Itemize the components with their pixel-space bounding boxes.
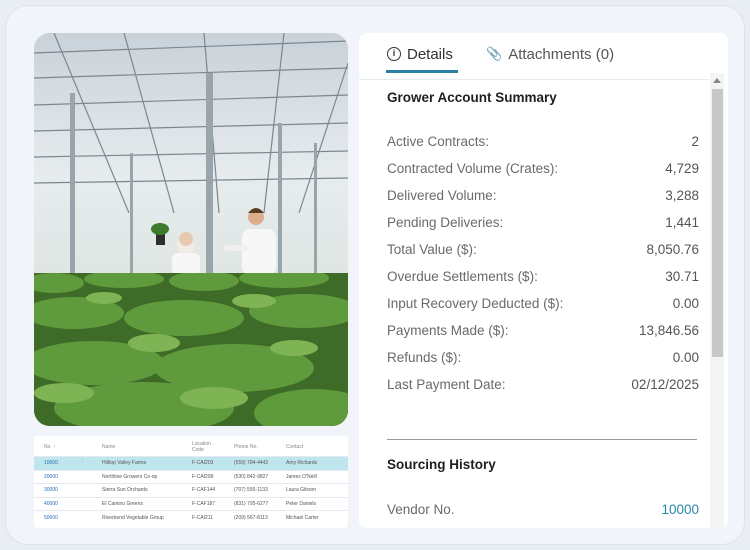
summary-row: Delivered Volume: 3,288 (387, 185, 699, 205)
location-code: F-CAI211 (182, 510, 224, 524)
col-header-location[interactable]: Location Code (182, 436, 224, 457)
col-header-name[interactable]: Name (92, 436, 182, 457)
row-menu-icon[interactable] (78, 496, 92, 511)
table-row[interactable]: 20000 Northline Growers Co-op F-CAI299 (… (34, 469, 348, 484)
vendor-row: Vendor No. 10000 (387, 499, 699, 519)
location-code: F-CAF144 (182, 483, 224, 497)
summary-label: Payments Made ($): (387, 322, 509, 338)
summary-value[interactable]: 0.00 (673, 350, 699, 365)
phone-no: (209) 567-8113 (224, 510, 276, 524)
contact: Michael Carter (276, 510, 348, 524)
vendor-list-table: No. ↑ Name Location Code Phone No. Conta… (34, 436, 348, 528)
vendor-no-link[interactable]: 10000 (34, 456, 78, 470)
tab-attachments[interactable]: 📎 Attachments (0) (486, 43, 614, 65)
scrollbar-thumb[interactable] (712, 89, 723, 357)
table-header-row: No. ↑ Name Location Code Phone No. Conta… (34, 436, 348, 457)
summary-row: Input Recovery Deducted ($): 0.00 (387, 293, 699, 313)
tab-bar: i Details 📎 Attachments (0) (359, 33, 728, 73)
summary-label: Last Payment Date: (387, 376, 506, 392)
summary-value[interactable]: 2 (691, 134, 699, 149)
summary-row: Refunds ($): 0.00 (387, 347, 699, 367)
phone-no: (707) 555-1133 (224, 483, 276, 497)
vendor-name: Riverbend Vegetable Group (92, 510, 182, 524)
col-header-contact[interactable]: Contact (276, 436, 348, 457)
summary-value[interactable]: 0.00 (673, 296, 699, 311)
vendor-name: Hilltop Valley Farms (92, 456, 182, 470)
details-panel: i Details 📎 Attachments (0) Grower Accou… (359, 33, 728, 528)
summary-row: Last Payment Date: 02/12/2025 (387, 374, 699, 394)
summary-row: Pending Deliveries: 1,441 (387, 212, 699, 232)
app-frame: No. ↑ Name Location Code Phone No. Conta… (6, 6, 744, 544)
table-row[interactable]: 30000 Sierra Sun Orchards F-CAF144 (707)… (34, 483, 348, 497)
vendor-name: El Camino Greens (92, 496, 182, 511)
summary-row: Contracted Volume (Crates): 4,729 (387, 158, 699, 178)
section-title-history: Sourcing History (387, 457, 496, 472)
active-tab-indicator (386, 70, 458, 73)
location-code: F-CAF187 (182, 496, 224, 511)
contact: James O'Neill (276, 469, 348, 484)
greenhouse-photo (34, 33, 348, 426)
summary-label: Contracted Volume (Crates): (387, 160, 559, 176)
summary-label: Total Value ($): (387, 241, 477, 257)
table-row[interactable]: 50000 Riverbend Vegetable Group F-CAI211… (34, 510, 348, 524)
contact: Peter Daniels (276, 496, 348, 511)
tab-details[interactable]: i Details (387, 43, 453, 65)
summary-row: Payments Made ($): 13,846.56 (387, 320, 699, 340)
summary-value[interactable]: 4,729 (665, 161, 699, 176)
summary-row: Overdue Settlements ($): 30.71 (387, 266, 699, 286)
summary-value[interactable]: 3,288 (665, 188, 699, 203)
col-header-dots (78, 436, 92, 457)
phone-no: (559) 784-4442 (224, 456, 276, 470)
row-menu-icon[interactable] (78, 483, 92, 497)
tab-attachments-label: Attachments (0) (508, 45, 615, 63)
summary-label: Refunds ($): (387, 349, 462, 365)
phone-no: (831) 795-6277 (224, 496, 276, 511)
plants-image (34, 273, 348, 426)
location-code: F-CAI299 (182, 469, 224, 484)
summary-value[interactable]: 30.71 (665, 269, 699, 284)
summary-label: Input Recovery Deducted ($): (387, 295, 564, 311)
vendor-name: Northline Growers Co-op (92, 469, 182, 484)
col-header-phone[interactable]: Phone No. (224, 436, 276, 457)
row-menu-icon[interactable] (78, 510, 92, 524)
section-divider (387, 439, 697, 440)
summary-label: Delivered Volume: (387, 187, 497, 203)
summary-label: Overdue Settlements ($): (387, 268, 538, 284)
contact: Amy Richards (276, 456, 348, 470)
table-row[interactable]: 10000 ⋮ Hilltop Valley Farms F-CAI203 (5… (34, 456, 348, 470)
vendor-no-link[interactable]: 40000 (34, 496, 78, 511)
summary-value: 02/12/2025 (631, 376, 699, 392)
tab-details-label: Details (407, 45, 453, 63)
table-row[interactable]: 40000 El Camino Greens F-CAF187 (831) 79… (34, 496, 348, 511)
paperclip-icon: 📎 (486, 46, 503, 61)
summary-row: Total Value ($): 8,050.76 (387, 239, 699, 259)
summary-row: Active Contracts: 2 (387, 131, 699, 151)
info-icon: i (387, 47, 401, 61)
section-title-summary: Grower Account Summary (387, 90, 557, 105)
summary-value[interactable]: 8,050.76 (646, 242, 699, 257)
vendor-no-link[interactable]: 10000 (661, 502, 699, 517)
col-header-no[interactable]: No. ↑ (34, 436, 78, 457)
vendor-no-link[interactable]: 30000 (34, 483, 78, 497)
contact: Laura Gibson (276, 483, 348, 497)
greenhouse-roof-image (34, 33, 348, 273)
scroll-up-arrow-icon[interactable] (713, 78, 721, 83)
location-code: F-CAI203 (182, 456, 224, 470)
vendor-no-link[interactable]: 50000 (34, 510, 78, 524)
vendor-no-link[interactable]: 20000 (34, 469, 78, 484)
vendor-name: Sierra Sun Orchards (92, 483, 182, 497)
tab-divider (359, 79, 709, 80)
row-menu-icon[interactable] (78, 469, 92, 484)
vendor-label: Vendor No. (387, 501, 455, 517)
summary-value[interactable]: 13,846.56 (639, 323, 699, 338)
summary-value[interactable]: 1,441 (665, 215, 699, 230)
summary-label: Active Contracts: (387, 133, 490, 149)
summary-label: Pending Deliveries: (387, 214, 504, 230)
row-menu-icon[interactable]: ⋮ (78, 456, 92, 470)
phone-no: (530) 842-9827 (224, 469, 276, 484)
